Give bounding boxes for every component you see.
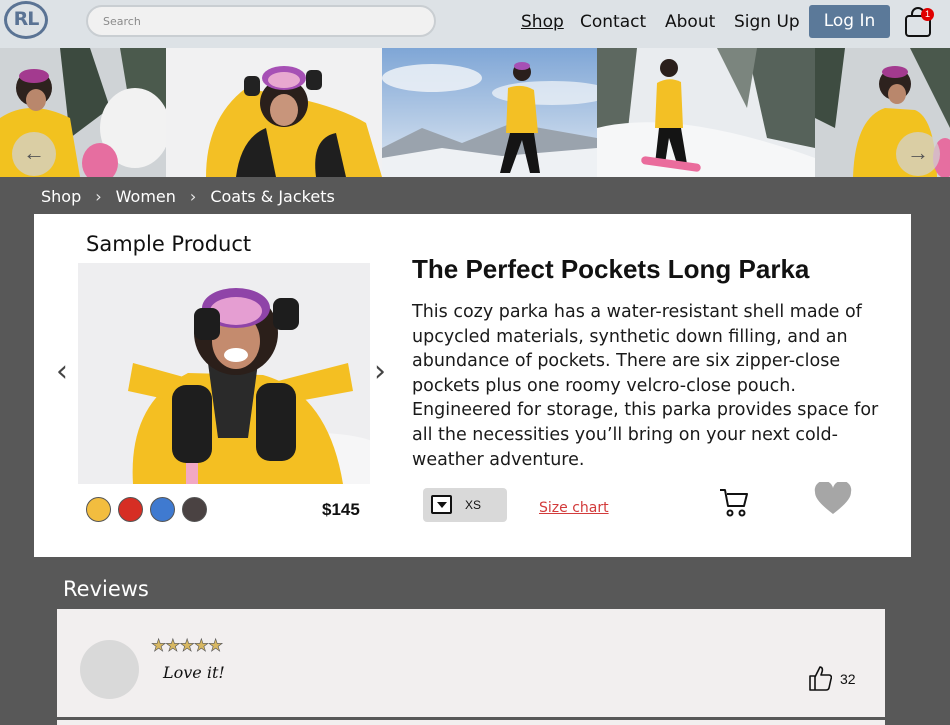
size-select[interactable]: XS <box>423 488 507 522</box>
cart-count-badge: 1 <box>921 8 934 21</box>
arrow-right-icon: → <box>907 140 929 165</box>
chevron-right-icon: › <box>189 187 197 206</box>
product-title: The Perfect Pockets Long Parka <box>412 254 810 284</box>
breadcrumb-shop[interactable]: Shop <box>41 187 81 206</box>
color-swatch-blue[interactable] <box>150 497 175 522</box>
favorite-heart-icon[interactable] <box>814 482 852 516</box>
reviewer-avatar <box>80 640 139 699</box>
add-to-cart-icon[interactable] <box>718 486 750 518</box>
breadcrumb-women[interactable]: Women <box>116 187 176 206</box>
size-chart-link[interactable]: Size chart <box>539 500 609 516</box>
review-card: ★★★★★ Love it! 32 <box>57 609 885 717</box>
product-section-label: Sample Product <box>86 232 252 256</box>
size-value: XS <box>465 498 482 512</box>
product-description: This cozy parka has a water-resistant sh… <box>412 302 879 470</box>
product-image <box>78 263 370 484</box>
login-button[interactable]: Log In <box>809 5 890 38</box>
like-count: 32 <box>840 671 856 687</box>
hero-image-3 <box>382 48 597 177</box>
color-swatch-red[interactable] <box>118 497 143 522</box>
dropdown-caret-icon <box>431 495 452 514</box>
chevron-right-icon: › <box>95 187 102 206</box>
nav-shop[interactable]: Shop <box>521 12 564 32</box>
hero-carousel: ← → <box>0 48 950 177</box>
brand-logo[interactable]: RL <box>4 1 48 39</box>
product-price: $145 <box>322 500 360 519</box>
breadcrumb: Shop › Women › Coats & Jackets <box>41 187 335 206</box>
next-review-card <box>57 720 885 725</box>
color-swatch-charcoal[interactable] <box>182 497 207 522</box>
hero-next-button[interactable]: → <box>896 132 940 176</box>
hero-image-4 <box>597 48 815 177</box>
nav-sign-up[interactable]: Sign Up <box>734 12 800 32</box>
image-prev-button[interactable]: ‹ <box>56 354 68 389</box>
breadcrumb-coats-jackets[interactable]: Coats & Jackets <box>210 187 335 206</box>
hero-prev-button[interactable]: ← <box>12 132 56 176</box>
nav-about[interactable]: About <box>665 12 715 32</box>
star-rating: ★★★★★ <box>151 636 224 656</box>
arrow-left-icon: ← <box>23 140 45 165</box>
site-header: RL Shop Contact About Sign Up Log In 1 <box>0 0 950 48</box>
color-swatch-yellow[interactable] <box>86 497 111 522</box>
review-text: Love it! <box>163 663 225 682</box>
product-card: Sample Product ‹ › $145 The Perfect Pock… <box>34 214 911 557</box>
nav-contact[interactable]: Contact <box>580 12 646 32</box>
image-next-button[interactable]: › <box>374 354 386 389</box>
reviews-heading: Reviews <box>63 577 149 601</box>
thumbs-up-icon[interactable] <box>808 665 832 691</box>
hero-image-2 <box>166 48 382 177</box>
search-input[interactable] <box>86 5 436 37</box>
